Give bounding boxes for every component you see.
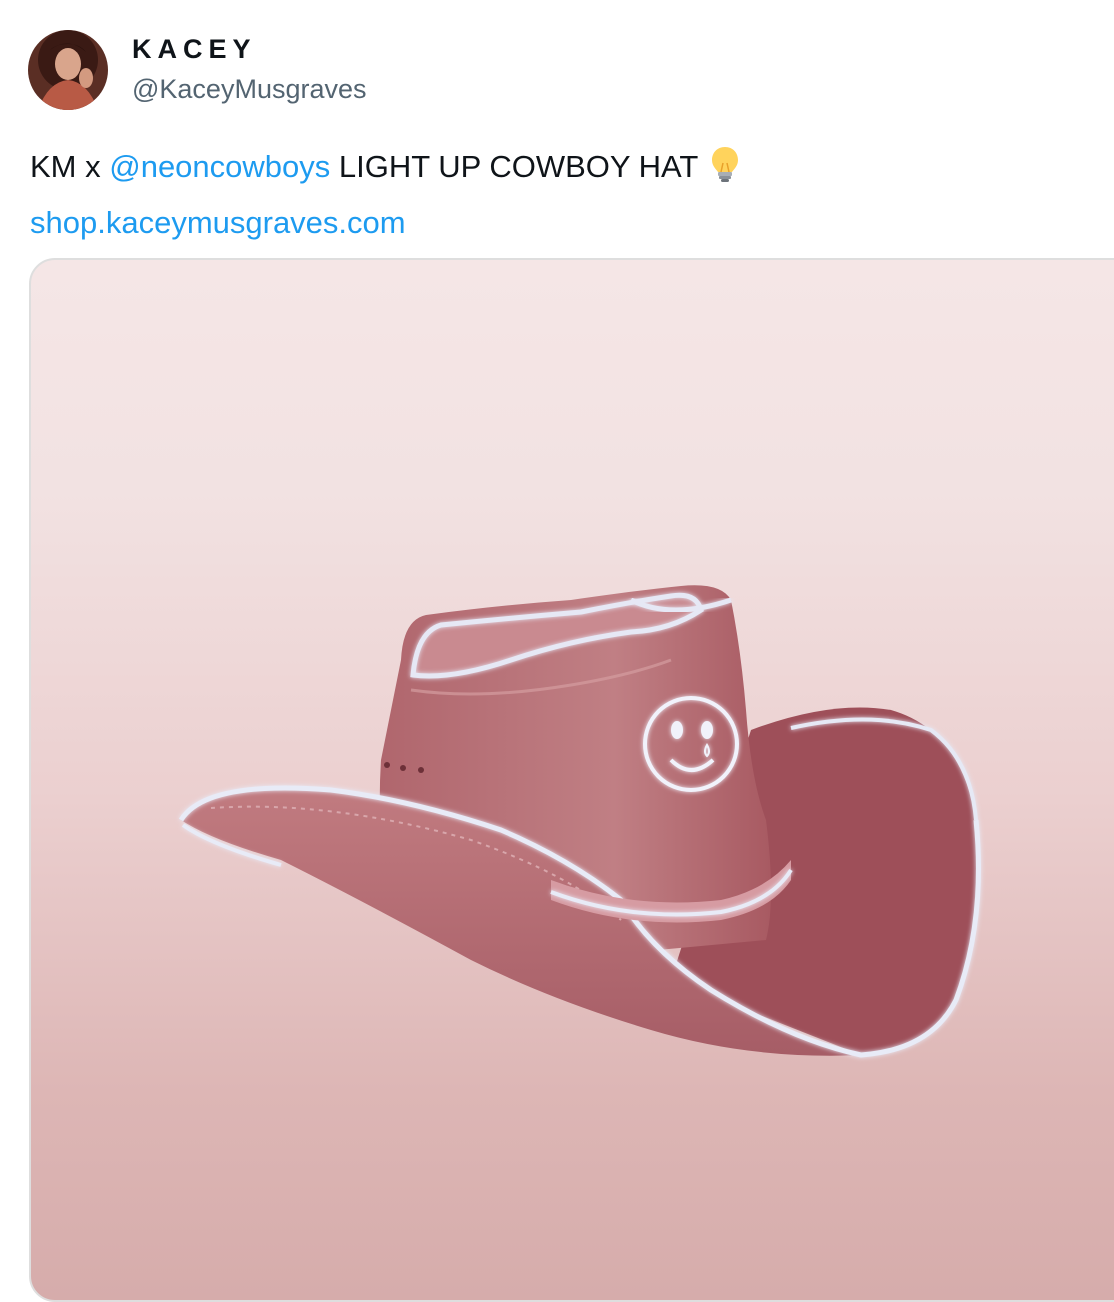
cowboy-hat-image <box>178 585 981 1058</box>
tweet-text-prefix: KM x <box>30 149 110 184</box>
tweet-line-2: shop.kaceymusgraves.com <box>30 198 1090 248</box>
author-handle[interactable]: @KaceyMusgraves <box>132 74 367 105</box>
tweet-line-1: KM x @neoncowboys LIGHT UP COWBOY HAT <box>30 142 1090 198</box>
author-avatar[interactable] <box>28 30 108 110</box>
author-display-name[interactable]: KACEY <box>132 34 257 65</box>
mention-link[interactable]: @neoncowboys <box>109 149 330 184</box>
avatar-photo <box>28 30 108 110</box>
tweet-text: KM x @neoncowboys LIGHT UP COWBOY HAT sh… <box>30 142 1090 248</box>
light-bulb-icon <box>710 145 740 198</box>
shop-link[interactable]: shop.kaceymusgraves.com <box>30 205 406 240</box>
tweet-text-suffix: LIGHT UP COWBOY HAT <box>330 149 698 184</box>
tweet-media-image[interactable] <box>29 258 1114 1302</box>
